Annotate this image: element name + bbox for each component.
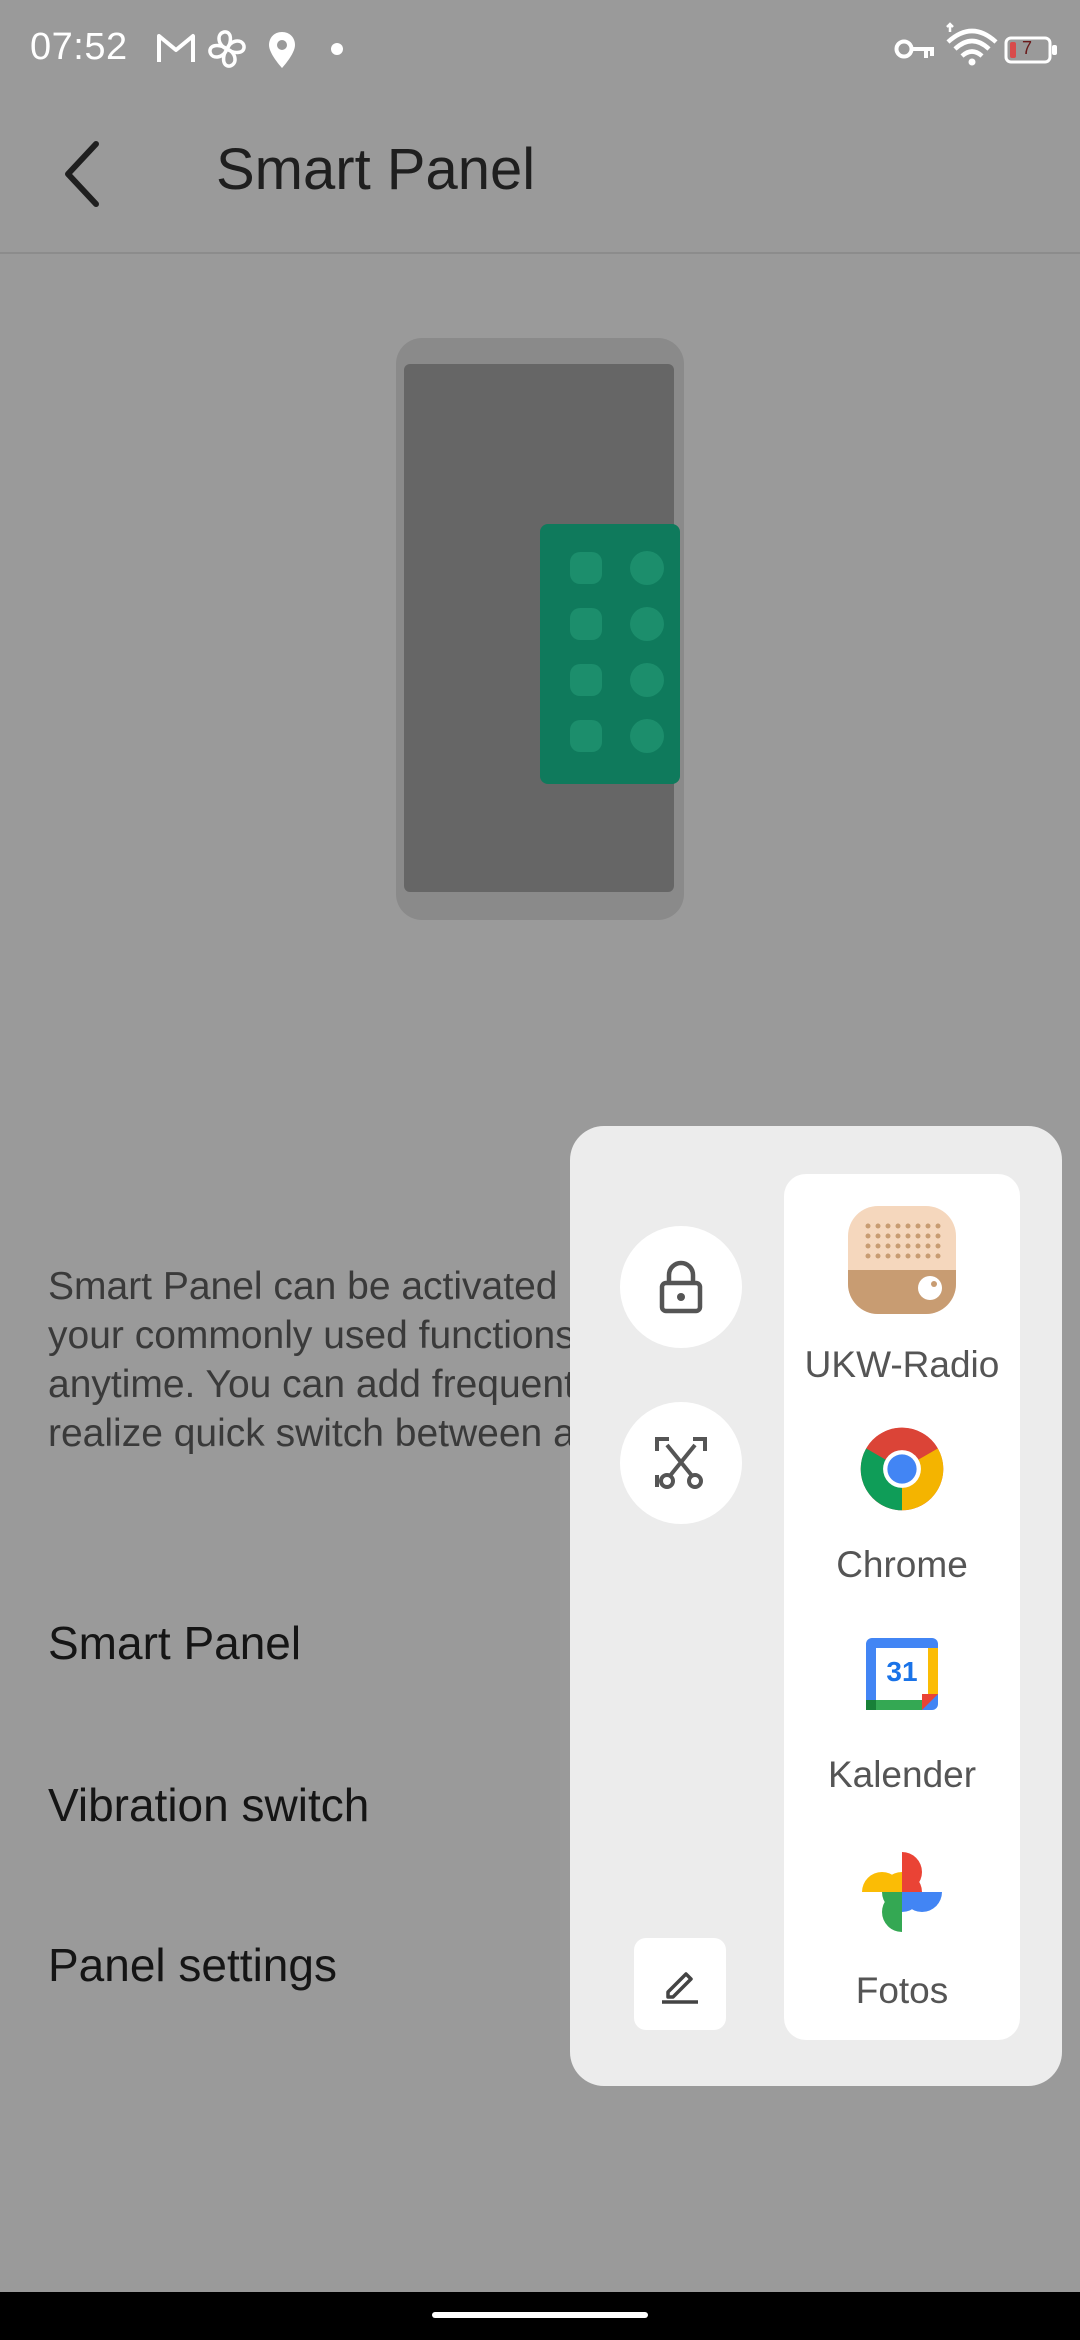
illustration-phone-screen (404, 364, 680, 892)
home-gesture-handle[interactable] (432, 2312, 648, 2318)
status-bar: 07:52 7 (0, 0, 1080, 100)
fan-icon (208, 30, 246, 68)
app-label: Chrome (836, 1544, 968, 1585)
dot-icon (331, 43, 343, 55)
screenshot-button[interactable] (620, 1402, 742, 1524)
app-label: Kalender (827, 1754, 977, 1795)
chevron-left-icon (65, 141, 99, 207)
smart-panel-illustration (396, 338, 684, 920)
gmail-icon (157, 34, 195, 62)
status-time: 07:52 (30, 26, 128, 68)
page-title: Smart Panel (216, 137, 536, 202)
app-ukw-radio[interactable]: UKW-Radio (784, 1204, 1020, 1394)
smart-panel-overlay: UKW-Radio Chrome 31 Kalender Fotos (570, 1126, 1062, 2086)
photos-icon (862, 1852, 942, 1932)
battery-level: 7 (1022, 38, 1033, 58)
setting-panel-settings[interactable]: Panel settings (48, 1938, 337, 1992)
navigation-bar (0, 2292, 1080, 2340)
location-icon (269, 32, 295, 68)
calendar-icon: 31 (866, 1638, 938, 1710)
setting-vibration-switch[interactable]: Vibration switch (48, 1778, 369, 1832)
lock-icon (659, 1260, 703, 1314)
battery-low-icon: 7 (1004, 36, 1057, 64)
app-kalender[interactable]: 31 Kalender (784, 1638, 1020, 1808)
app-bar: Smart Panel (0, 100, 1080, 254)
app-chrome[interactable]: Chrome (784, 1426, 1020, 1596)
calendar-badge: 31 (886, 1656, 918, 1687)
lock-button[interactable] (620, 1226, 742, 1348)
chrome-icon (860, 1427, 944, 1511)
app-label: Fotos (855, 1970, 949, 2011)
illustration-panel (540, 524, 680, 784)
radio-icon (848, 1206, 956, 1314)
vpn-key-icon (894, 39, 934, 59)
app-fotos[interactable]: Fotos (784, 1850, 1020, 2020)
wifi-icon (946, 22, 998, 66)
pencil-icon (662, 1972, 698, 2004)
panel-app-list: UKW-Radio Chrome 31 Kalender Fotos (784, 1174, 1020, 2040)
setting-smart-panel[interactable]: Smart Panel (48, 1616, 301, 1670)
app-label: UKW-Radio (804, 1344, 1000, 1385)
edit-panel-button[interactable] (634, 1938, 726, 2030)
back-button[interactable] (56, 134, 116, 214)
screenshot-scissors-icon (655, 1437, 707, 1489)
